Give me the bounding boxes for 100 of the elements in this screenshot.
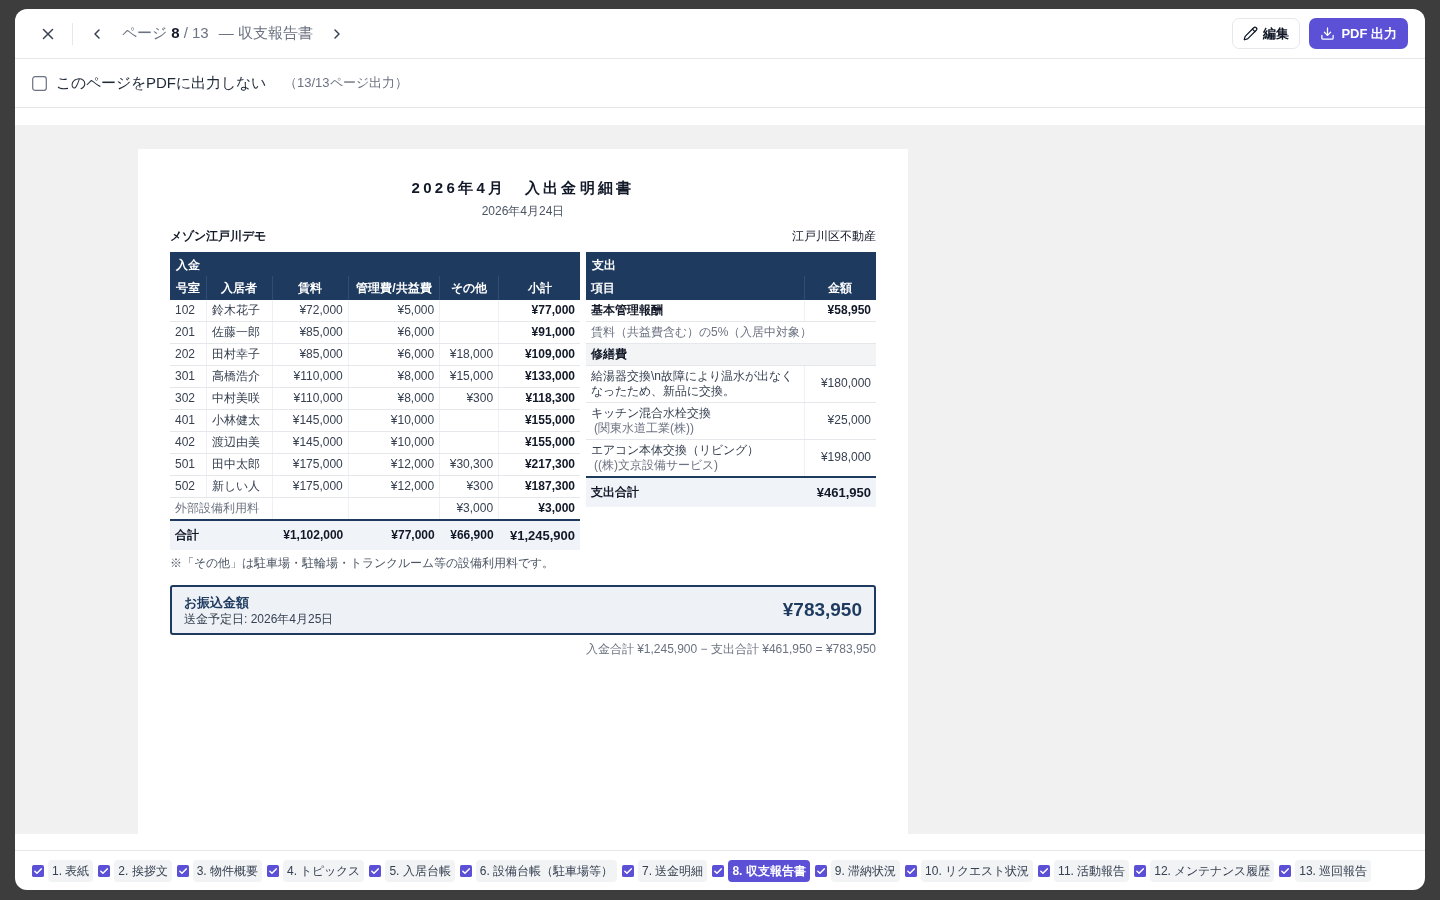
column-header: 賃料 [272,275,349,300]
checkbox-label: このページをPDFに出力しない [56,72,266,93]
page-checkbox[interactable] [814,864,827,877]
table-cell: 201 [170,321,207,343]
table-cell: 佐藤一郎 [206,321,273,343]
table-cell: ¥109,000 [498,343,580,365]
page-checkbox[interactable] [369,864,382,877]
column-header: 入居者 [206,275,273,300]
table-cell: ¥15,000 [439,365,499,387]
table-cell: ¥133,000 [498,365,580,387]
column-header: 管理費/共益費 [348,275,440,300]
table-cell: ¥5,000 [348,299,440,321]
table-cell: ¥8,000 [348,365,440,387]
page-count-note: （13/13ページ出力） [284,74,408,93]
table-cell: ¥8,000 [348,387,440,409]
page-tab[interactable]: 9. 滞納状況 [830,859,901,882]
table-cell: 新しい人 [206,475,273,497]
table-cell: ¥145,000 [272,431,349,453]
page-tab[interactable]: 11. 活動報告 [1054,859,1130,882]
page-tab[interactable]: 10. リクエスト状況 [921,859,1034,882]
pencil-icon [1243,26,1259,41]
total-cell: ¥66,900 [439,519,499,550]
table-cell: ¥187,300 [498,475,580,497]
table-cell: 渡辺由美 [206,431,273,453]
page-title: — 収支報告書 [218,23,313,44]
table-cell: ¥12,000 [348,475,440,497]
table-cell: 田中太郎 [206,453,273,475]
table-cell: ¥175,000 [272,475,349,497]
page-checkbox[interactable] [459,864,472,877]
table-cell: ¥25,000 [804,402,876,439]
table-cell: ¥85,000 [272,343,349,365]
vendor-name: (関東水道工業(株)) [594,420,694,436]
page-checkbox[interactable] [32,864,44,877]
page-tab[interactable]: 4. トピックス [283,859,365,882]
table-cell: ¥175,000 [272,453,349,475]
property-name: メゾン江戸川デモ [170,227,266,244]
table-cell: ¥77,000 [498,299,580,321]
table-cell: 301 [170,365,207,387]
transfer-label: お振込金額 [184,593,250,611]
page-tab[interactable]: 12. メンテナンス履歴 [1150,859,1275,882]
total-cell: ¥77,000 [348,519,440,550]
issue-date: 2026年4月24日 [481,202,565,220]
table-cell: ¥110,000 [272,365,349,387]
page-tab[interactable]: 8. 収支報告書 [728,859,810,882]
transfer-date: 送金予定日: 2026年4月25日 [184,610,334,627]
table-cell: ¥300 [439,387,499,409]
table-cell: ¥30,300 [439,453,499,475]
page-tab[interactable]: 3. 物件概要 [192,859,263,882]
table-cell: ¥155,000 [498,431,580,453]
edit-button[interactable]: 編集 [1232,18,1301,49]
table-cell: 田村幸子 [206,343,273,365]
table-cell: ¥10,000 [348,431,440,453]
page-checkbox[interactable] [905,864,918,877]
column-header: 項目 [586,275,804,300]
table-cell: 202 [170,343,207,365]
total-label: 合計 [170,519,273,550]
table-cell: ¥58,950 [804,299,876,321]
page-checkbox[interactable] [1134,864,1147,877]
table-cell: ¥72,000 [272,299,349,321]
table-cell: 鈴木花子 [206,299,273,321]
download-icon [1320,26,1336,41]
page-tab[interactable]: 5. 入居台帳 [385,859,455,882]
checkbox[interactable] [32,75,47,91]
table-cell: ¥10,000 [348,409,440,431]
table-cell: ¥155,000 [498,409,580,431]
document-title: 2026年4月 入出金明細書 [411,178,635,198]
page-tab[interactable]: 7. 送金明細 [638,859,708,882]
expense-item-name: エアコン本体交換（リビング） [591,442,759,458]
table-cell: 基本管理報酬 [586,299,804,321]
expense-item-name: キッチン混合水栓交換 [591,405,711,421]
transfer-amount: ¥783,950 [782,597,862,622]
page-checkbox[interactable] [176,864,189,877]
page-checkbox[interactable] [622,864,635,877]
table-title: 支出 [586,251,876,276]
table-cell: ¥91,000 [498,321,580,343]
table-cell: ¥85,000 [272,321,349,343]
table-cell: 小林健太 [206,409,273,431]
pdf-export-button[interactable]: PDF 出力 [1309,18,1408,49]
vendor-name: ((株)文京設備サービス) [594,457,718,473]
total-label: 支出合計 [586,476,804,507]
page-tab[interactable]: 6. 設備台帳（駐車場等） [475,859,618,882]
table-title: 入金 [170,251,580,276]
total-cell: ¥461,950 [804,476,876,507]
page-tab[interactable]: 1. 表紙 [48,859,94,882]
page-tab[interactable]: 2. 挨拶文 [114,859,172,882]
page-checkbox[interactable] [267,864,280,877]
page-checkbox[interactable] [98,864,111,877]
page-checkbox[interactable] [712,864,725,877]
table-cell: ¥180,000 [804,365,876,402]
page-checkbox[interactable] [1279,864,1292,877]
table-cell: ¥300 [439,475,499,497]
table-cell: ¥110,000 [272,387,349,409]
table-cell: 中村美咲 [206,387,273,409]
total-cell: ¥1,102,000 [272,519,349,550]
table-cell: ¥18,000 [439,343,499,365]
column-header: 小計 [498,275,580,300]
expense-item-name: 給湯器交換\n故障により温水が出なくなったため、新品に交換。 [591,368,794,399]
page-tab[interactable]: 13. 巡回報告 [1295,859,1372,882]
section-heading: 修繕費 [586,343,876,365]
page-checkbox[interactable] [1038,864,1051,877]
